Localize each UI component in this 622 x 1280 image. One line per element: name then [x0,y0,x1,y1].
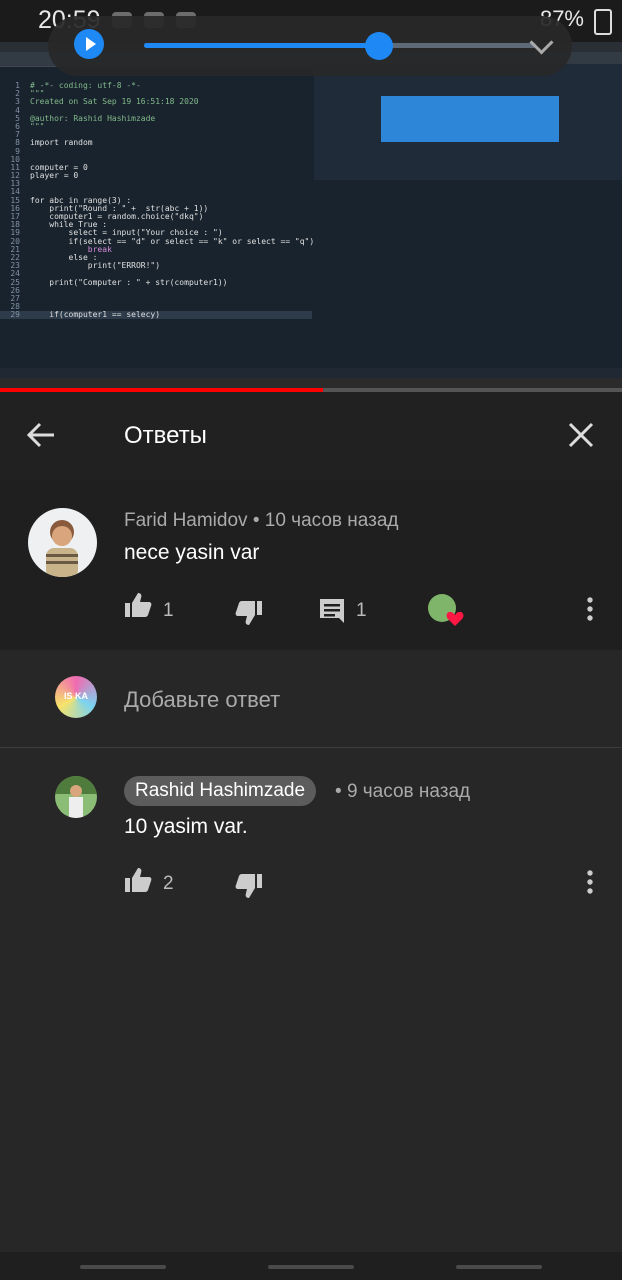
more-vert-icon[interactable] [586,596,594,622]
code-line: 5 @author: Rashid Hashimzade [0,113,312,123]
reply-icon[interactable] [319,598,345,624]
parent-comment: Farid Hamidov • 10 часов назад nece yasi… [0,480,622,650]
nav-home[interactable] [268,1265,354,1269]
author-chip[interactable]: Rashid Hashimzade [124,776,317,806]
like-count: 2 [163,873,174,894]
chevron-down-icon[interactable] [529,30,554,55]
comment-text: 10 yasim var. [124,815,248,838]
code-text: import random [30,138,93,148]
add-reply-input[interactable]: Добавьте ответ [124,687,280,713]
like-count: 1 [163,600,174,621]
code-line: 12 player = 0 [0,171,312,181]
media-seek-bar[interactable] [144,32,536,60]
more-vert-icon[interactable] [586,869,594,895]
ide-status-bar [0,368,622,378]
dislike-icon[interactable] [235,873,263,899]
back-arrow-icon[interactable] [26,420,56,450]
like-icon[interactable] [124,592,152,618]
code-line: 1 # -*- coding: utf-8 -*- [0,81,312,90]
user-avatar-label: IS KA [63,691,88,701]
battery-icon [594,9,612,35]
close-icon[interactable] [568,422,594,448]
media-seek-knob[interactable] [365,32,394,60]
add-reply-row[interactable]: IS KA Добавьте ответ [0,651,622,747]
comment-time: 9 часов назад [346,781,471,802]
code-line: 25 print("Computer : " + str(computer1)) [0,277,312,287]
divider [0,747,622,748]
line-number: 29 [10,310,20,320]
windows-taskbar [0,378,622,388]
ipython-console [314,180,622,372]
code-line: 29 if(computer1 == selecy) [0,310,312,320]
code-text: Created on Sat Sep 19 16:51:18 2020 [30,97,199,107]
page-title: Ответы [124,422,207,449]
comment-time: 10 часов назад [264,510,399,531]
play-icon[interactable] [74,29,104,59]
code-text: print("ERROR!") [30,261,161,271]
like-icon[interactable] [124,867,152,893]
comment-text: nece yasin var [124,541,260,564]
heart-icon [446,611,464,626]
replies-header: Ответы [0,392,622,480]
code-line: 6 """ [0,121,312,131]
nav-back[interactable] [456,1265,542,1269]
ide-screenshot: 1 # -*- coding: utf-8 -*- 2 """ 3 Created on … [0,42,622,382]
video-player[interactable]: 1 # -*- coding: utf-8 -*- 2 """ 3 Created on … [0,0,622,392]
code-text: @author: Rashid Hashimzade [30,113,156,123]
code-line: 9 [0,147,312,156]
code-line: 27 [0,294,312,303]
comment-meta: Farid Hamidov • 10 часов назад [124,510,399,531]
comment-author[interactable]: Farid Hamidov [124,510,248,531]
dislike-icon[interactable] [235,600,263,626]
code-line: 3 Created on Sat Sep 19 16:51:18 2020 [0,98,312,106]
avatar[interactable] [28,508,97,577]
system-nav-bar [0,1252,622,1280]
nav-recents[interactable] [80,1265,166,1269]
media-seek-fill [144,43,380,48]
code-editor: 1 # -*- coding: utf-8 -*- 2 """ 3 Created on … [0,81,319,372]
usage-help-box [381,96,559,142]
avatar[interactable] [55,776,97,818]
code-text: print("Computer : " + str(computer1)) [30,277,228,287]
code-line: 23 print("ERROR!") [0,261,312,271]
code-text: if(computer1 == selecy) [30,310,161,320]
code-text: player = 0 [30,171,79,181]
code-text: # -*- coding: utf-8 -*- [30,81,141,90]
reply-count: 1 [356,600,367,621]
user-avatar: IS KA [55,676,97,718]
code-line: 13 [0,180,312,188]
media-mini-player [48,16,572,76]
code-text: """ [30,121,45,131]
code-line: 26 [0,286,312,295]
code-line: 8 import random [0,139,312,147]
comment-meta: • 9 часов назад [335,781,471,802]
